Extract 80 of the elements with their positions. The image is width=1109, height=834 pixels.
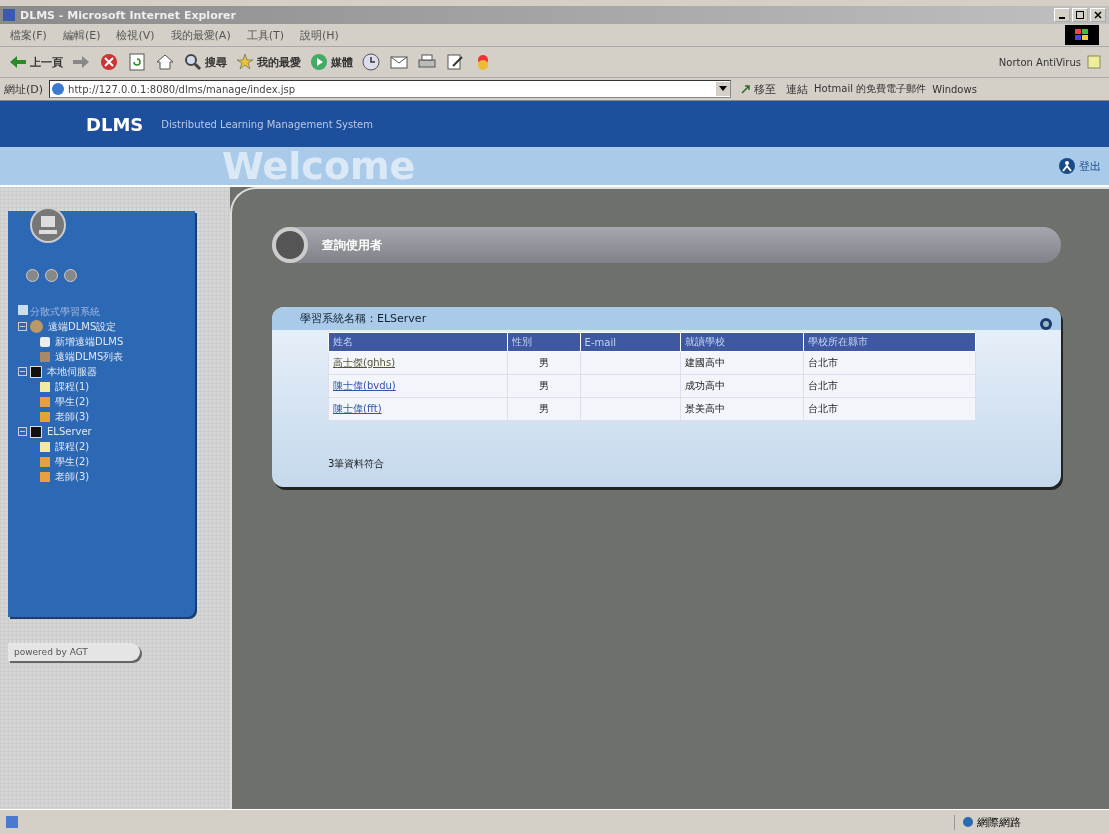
logout-link[interactable]: 登出 (1058, 157, 1101, 175)
result-count: 3筆資料符合 (328, 457, 386, 471)
search-button[interactable]: 搜尋 (181, 52, 229, 72)
site-subtitle: Distributed Learning Management System (161, 118, 373, 130)
links-label: 連結 (786, 81, 809, 97)
column-header: 性別 (507, 332, 581, 352)
table-cell: 景美高中 (680, 397, 804, 421)
history-button[interactable] (359, 52, 383, 72)
tree-item[interactable]: ELServer (18, 424, 195, 439)
maximize-icon (1076, 11, 1084, 19)
tree-item[interactable]: 分散式學習系統 (18, 304, 195, 319)
refresh-icon[interactable] (1039, 317, 1053, 331)
menu-item[interactable]: 編輯(E) (62, 27, 101, 43)
menu-item[interactable]: 檢視(V) (116, 27, 155, 43)
back-button[interactable]: 上一頁 (6, 52, 65, 72)
clock-icon (361, 52, 381, 72)
user-link[interactable]: 陳士偉(bvdu) (333, 380, 396, 391)
arrow-icon (741, 84, 752, 94)
go-button[interactable]: 移至 (737, 81, 781, 97)
tree-item[interactable]: 課程(1) (18, 379, 195, 394)
tree-item[interactable]: 老師(3) (18, 469, 195, 484)
column-header: 姓名 (328, 332, 508, 352)
menu-item[interactable]: 我的最愛(A) (170, 27, 231, 43)
globe-icon (52, 83, 65, 95)
panel-title: 學習系統名稱：ELServer (272, 307, 1061, 330)
menu-item[interactable]: 檔案(F) (10, 27, 47, 43)
logo-text: DLMS (86, 113, 144, 135)
nav-round-icon[interactable] (26, 269, 39, 282)
user-link[interactable]: 高士傑(ghhs) (333, 357, 396, 368)
norton-label: Norton AntiVirus (998, 56, 1081, 68)
maximize-button[interactable] (1072, 8, 1088, 22)
table-cell: 台北市 (803, 374, 976, 398)
menu-item[interactable]: 工具(T) (246, 27, 284, 43)
table-cell: 台北市 (803, 351, 976, 375)
tree-item[interactable]: 遠端DLMS列表 (18, 349, 195, 364)
home-icon (155, 52, 175, 72)
star-icon (235, 52, 255, 72)
tree-item[interactable]: 課程(2) (18, 439, 195, 454)
collapse-icon[interactable] (18, 427, 27, 436)
column-header: 學校所在縣市 (803, 332, 976, 352)
minimize-button[interactable] (1054, 8, 1070, 22)
powered-by-badge: powered by AGT (8, 643, 140, 661)
address-label: 網址(D) (4, 81, 44, 97)
stop-icon (99, 52, 119, 72)
tree-item[interactable]: 學生(2) (18, 394, 195, 409)
table-cell: 台北市 (803, 397, 976, 421)
play-icon (309, 52, 329, 72)
address-field[interactable]: http://127.0.0.1:8080/dlms/manage/index.jsp (49, 80, 732, 98)
windows-logo-icon (1065, 25, 1099, 45)
column-header: 就讀學校 (680, 332, 804, 352)
tree-item[interactable]: 遠端DLMS設定 (18, 319, 195, 334)
close-button[interactable] (1090, 8, 1106, 22)
search-icon (183, 52, 203, 72)
favorites-link[interactable]: Hotmail 的免費電子郵件 (814, 82, 927, 96)
tree-item[interactable]: 新增遠端DLMS (18, 334, 195, 349)
section-title-bar: 查詢使用者 (272, 227, 1061, 263)
nav-round-icon[interactable] (64, 269, 77, 282)
caret-icon (719, 86, 728, 92)
column-header: E-mail (580, 332, 681, 352)
favorites-link[interactable]: Windows (932, 83, 977, 95)
tree-item[interactable]: 學生(2) (18, 454, 195, 469)
table-cell: 建國高中 (680, 351, 804, 375)
tree-item[interactable]: 老師(3) (18, 409, 195, 424)
favorites-button[interactable]: 我的最愛 (233, 52, 303, 72)
tree-item[interactable]: 本地伺服器 (18, 364, 195, 379)
refresh-icon (127, 52, 147, 72)
table-cell: 成功高中 (680, 374, 804, 398)
media-button[interactable]: 媒體 (307, 52, 355, 72)
pencil-icon (445, 52, 465, 72)
window-title: DLMS - Microsoft Internet Explorer (20, 8, 236, 22)
person-icon (1058, 157, 1076, 175)
computer-avatar-icon (30, 207, 66, 243)
menu-item[interactable]: 說明(H) (300, 27, 339, 43)
close-icon (1094, 11, 1102, 19)
user-link[interactable]: 陳士偉(fft) (333, 403, 382, 414)
collapse-icon[interactable] (18, 322, 27, 331)
dropdown-button[interactable] (716, 82, 731, 96)
security-zone: 網際網路 (954, 814, 1103, 830)
nav-round-icon[interactable] (45, 269, 58, 282)
collapse-icon[interactable] (18, 367, 27, 376)
